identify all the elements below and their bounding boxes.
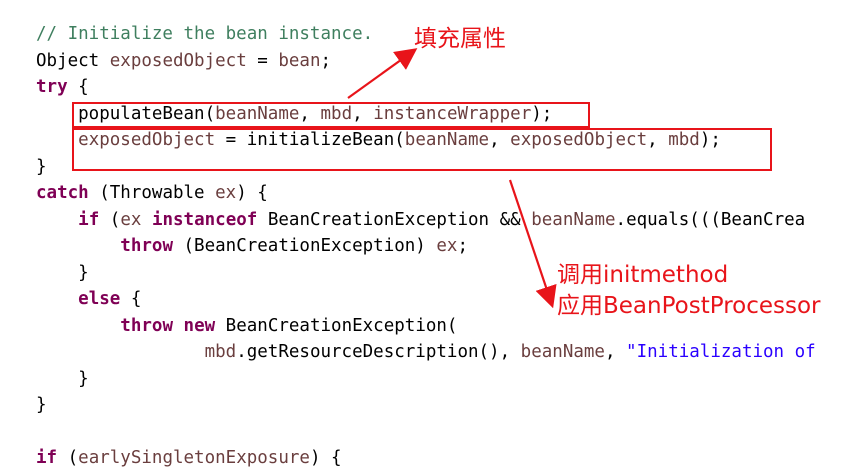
annotation-populate: 填充属性	[414, 26, 506, 52]
annotation-arrows	[347, 48, 557, 309]
populate-arrow	[347, 48, 418, 99]
annotation-initialize-line1: 调用initmethod	[557, 262, 729, 288]
initialize-arrow	[508, 179, 557, 309]
annotation-initialize-line2: 应用BeanPostProcessor	[557, 293, 821, 319]
